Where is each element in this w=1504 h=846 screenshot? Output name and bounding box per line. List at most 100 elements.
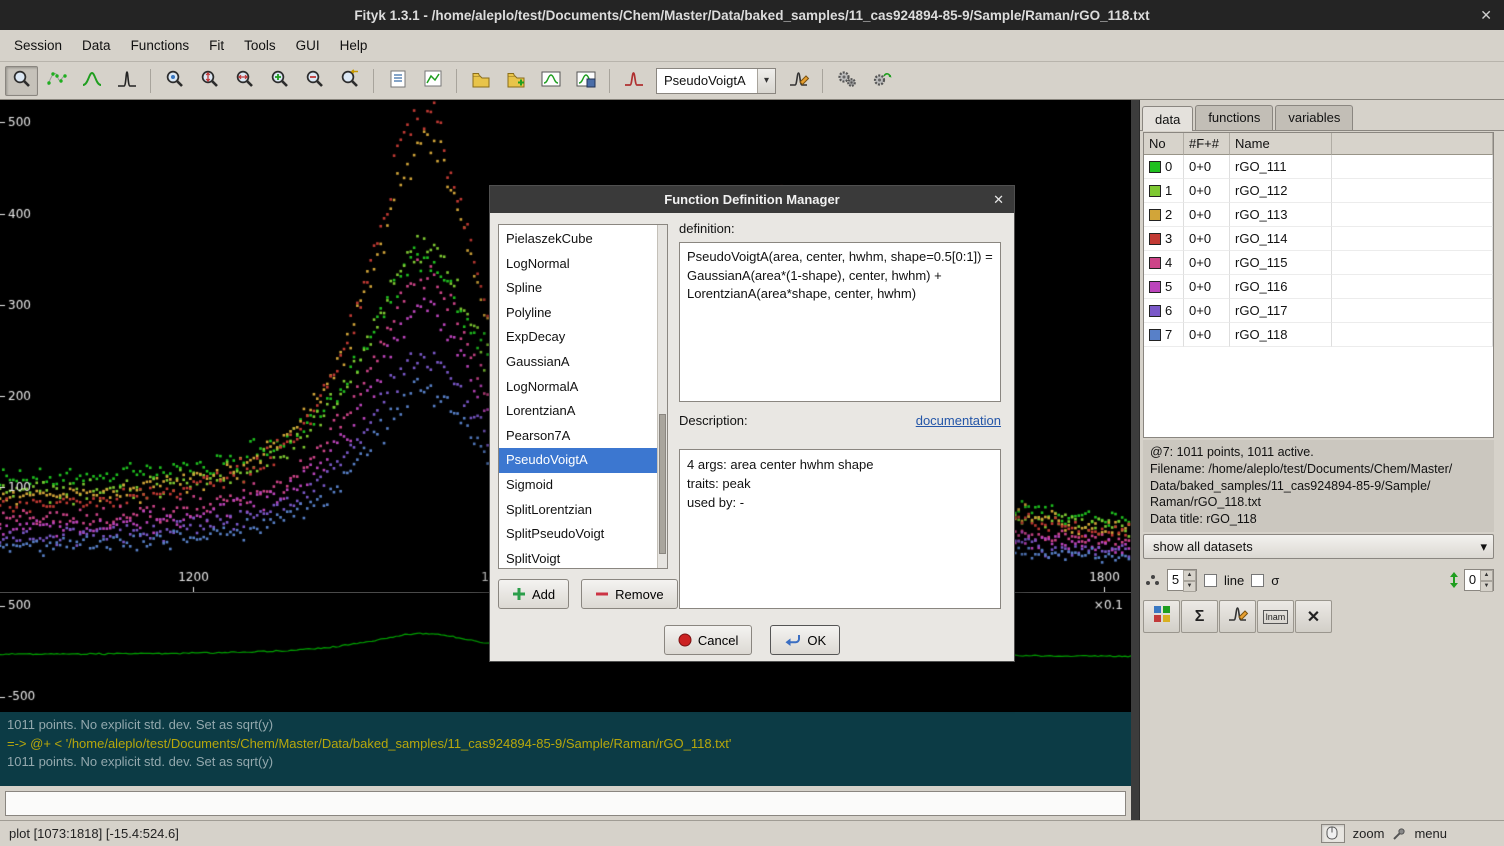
function-type-combo[interactable]: PseudoVoigtA▾	[656, 68, 776, 94]
function-list[interactable]: PielaszekCubeLogNormalSplinePolylineExpD…	[498, 224, 668, 569]
export-plot-button[interactable]	[534, 66, 567, 96]
dataset-colors-button[interactable]	[1143, 600, 1180, 633]
chevron-down-icon: ▾	[1480, 539, 1487, 555]
dataset-number-cell: 6	[1144, 299, 1184, 323]
zoom-all-button[interactable]	[158, 66, 191, 96]
cancel-icon	[678, 633, 692, 647]
menu-gui[interactable]: GUI	[286, 32, 330, 59]
menu-session[interactable]: Session	[4, 32, 72, 59]
menu-fit[interactable]: Fit	[199, 32, 234, 59]
menu-tools[interactable]: Tools	[234, 32, 286, 59]
delete-dataset-button[interactable]: ✕	[1295, 600, 1332, 633]
scrollbar-thumb[interactable]	[659, 414, 666, 555]
dataset-func-count: 0+0	[1184, 323, 1230, 347]
tab-functions[interactable]: functions	[1195, 105, 1273, 130]
function-list-item[interactable]: Sigmoid	[499, 473, 657, 498]
data-names-label: lnam	[1263, 610, 1289, 624]
show-all-datasets-dropdown[interactable]: show all datasets ▾	[1143, 534, 1494, 559]
function-list-item[interactable]: SplitVoigt	[499, 547, 657, 569]
spin-down-icon[interactable]: ▼	[1480, 581, 1493, 592]
save-session-button[interactable]	[569, 66, 602, 96]
cancel-button[interactable]: Cancel	[664, 625, 752, 655]
menu-data[interactable]: Data	[72, 32, 121, 59]
function-list-item[interactable]: GaussianA	[499, 350, 657, 375]
zoom-horizontal-button[interactable]	[228, 66, 261, 96]
toolbar-separator	[373, 69, 374, 93]
table-row[interactable]: 20+0rGO_113	[1144, 203, 1493, 227]
data-points-view-button[interactable]	[40, 66, 73, 96]
sidebar-tabs: datafunctionsvariables	[1140, 100, 1504, 131]
zoom-select-button[interactable]	[5, 66, 38, 96]
append-data-button[interactable]	[499, 66, 532, 96]
dataset-name: rGO_115	[1230, 251, 1332, 275]
function-list-item[interactable]: PielaszekCube	[499, 227, 657, 252]
edit-data-button[interactable]	[1219, 600, 1256, 633]
dataset-table[interactable]: No#F+#Name 00+0rGO_11110+0rGO_11220+0rGO…	[1143, 132, 1494, 438]
status-menu-label[interactable]: menu	[1414, 826, 1447, 841]
function-list-item[interactable]: LogNormalA	[499, 375, 657, 400]
function-list-item[interactable]: SplitPseudoVoigt	[499, 522, 657, 547]
function-list-item[interactable]: PseudoVoigtA	[499, 448, 657, 473]
table-row[interactable]: 30+0rGO_114	[1144, 227, 1493, 251]
peak-top-view-button[interactable]	[110, 66, 143, 96]
mouse-mode-button[interactable]	[1321, 824, 1345, 843]
edit-data-icon	[1227, 603, 1249, 630]
table-row[interactable]: 60+0rGO_117	[1144, 299, 1493, 323]
function-list-item[interactable]: SplitLorentzian	[499, 498, 657, 523]
function-list-item[interactable]: LorentzianA	[499, 399, 657, 424]
sigma-checkbox[interactable]	[1251, 574, 1264, 587]
minus-icon	[595, 587, 609, 601]
table-row[interactable]: 10+0rGO_112	[1144, 179, 1493, 203]
show-all-datasets-value: show all datasets	[1153, 539, 1253, 554]
edit-function-button[interactable]	[782, 66, 815, 96]
dataset-number: 2	[1165, 207, 1172, 222]
add-button[interactable]: Add	[498, 579, 569, 609]
open-data-button[interactable]	[464, 66, 497, 96]
table-row[interactable]: 50+0rGO_116	[1144, 275, 1493, 299]
documentation-link[interactable]: documentation	[916, 413, 1001, 428]
sum-datasets-button[interactable]: Σ	[1181, 600, 1218, 633]
data-names-button[interactable]: lnam	[1257, 600, 1294, 633]
plot-settings-icon	[422, 68, 444, 93]
console: 1011 points. No explicit std. dev. Set a…	[0, 712, 1131, 786]
remove-button[interactable]: Remove	[581, 579, 677, 609]
plot-settings-button[interactable]	[416, 66, 449, 96]
zoom-in-button[interactable]	[263, 66, 296, 96]
zoom-out-button[interactable]	[298, 66, 331, 96]
spin-up-icon[interactable]: ▲	[1183, 570, 1196, 581]
line-checkbox[interactable]	[1204, 574, 1217, 587]
run-fit-button[interactable]	[830, 66, 863, 96]
table-row[interactable]: 00+0rGO_111	[1144, 155, 1493, 179]
add-function-button[interactable]	[617, 66, 650, 96]
function-list-scrollbar[interactable]	[657, 225, 667, 568]
dialog-close-button[interactable]: ✕	[993, 192, 1004, 208]
zoom-previous-button[interactable]	[333, 66, 366, 96]
definition-textarea[interactable]: PseudoVoigtA(area, center, hwhm, shape=0…	[679, 242, 1001, 402]
function-list-item[interactable]: Pearson7A	[499, 424, 657, 449]
fit-settings-button[interactable]	[865, 66, 898, 96]
line-view-button[interactable]	[75, 66, 108, 96]
dataset-controls: 5 ▲▼ line σ 0 ▲▼	[1144, 567, 1494, 593]
session-log-button[interactable]	[381, 66, 414, 96]
menu-functions[interactable]: Functions	[121, 32, 200, 59]
zoom-vertical-button[interactable]	[193, 66, 226, 96]
point-size-stepper[interactable]: 5 ▲▼	[1167, 569, 1197, 591]
menu-help[interactable]: Help	[330, 32, 378, 59]
table-row[interactable]: 40+0rGO_115	[1144, 251, 1493, 275]
window-close-button[interactable]: ✕	[1480, 7, 1492, 24]
tab-variables[interactable]: variables	[1275, 105, 1353, 130]
function-list-item[interactable]: Polyline	[499, 301, 657, 326]
shift-stepper[interactable]: 0 ▲▼	[1464, 569, 1494, 591]
ok-button[interactable]: OK	[770, 625, 840, 655]
function-list-item[interactable]: LogNormal	[499, 252, 657, 277]
tab-data[interactable]: data	[1142, 106, 1193, 131]
dataset-info: @7: 1011 points, 1011 active. Filename: …	[1143, 440, 1494, 532]
table-row[interactable]: 70+0rGO_118	[1144, 323, 1493, 347]
spin-up-icon[interactable]: ▲	[1480, 570, 1493, 581]
function-list-item[interactable]: ExpDecay	[499, 325, 657, 350]
dataset-number-cell: 0	[1144, 155, 1184, 179]
dataset-number: 3	[1165, 231, 1172, 246]
function-list-item[interactable]: Spline	[499, 276, 657, 301]
spin-down-icon[interactable]: ▼	[1183, 581, 1196, 592]
command-input[interactable]	[5, 791, 1126, 816]
